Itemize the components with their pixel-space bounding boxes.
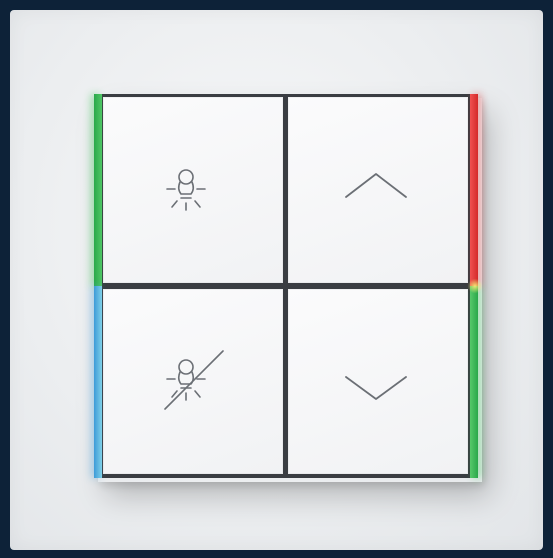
light-off-key[interactable]	[103, 289, 283, 474]
light-on-key[interactable]	[103, 97, 283, 283]
led-right-bottom-green	[470, 286, 478, 478]
light-on-icon	[166, 169, 206, 211]
up-key[interactable]	[288, 97, 468, 283]
led-right-top-red	[470, 94, 478, 286]
light-off-icon	[164, 350, 224, 410]
arrow-down-icon	[345, 376, 407, 400]
down-key[interactable]	[288, 289, 468, 474]
led-glow	[468, 278, 482, 294]
arrow-up-icon	[345, 173, 407, 198]
led-left-top-green	[94, 94, 102, 286]
led-left-bottom-blue	[94, 286, 102, 478]
photo-frame	[0, 0, 553, 558]
